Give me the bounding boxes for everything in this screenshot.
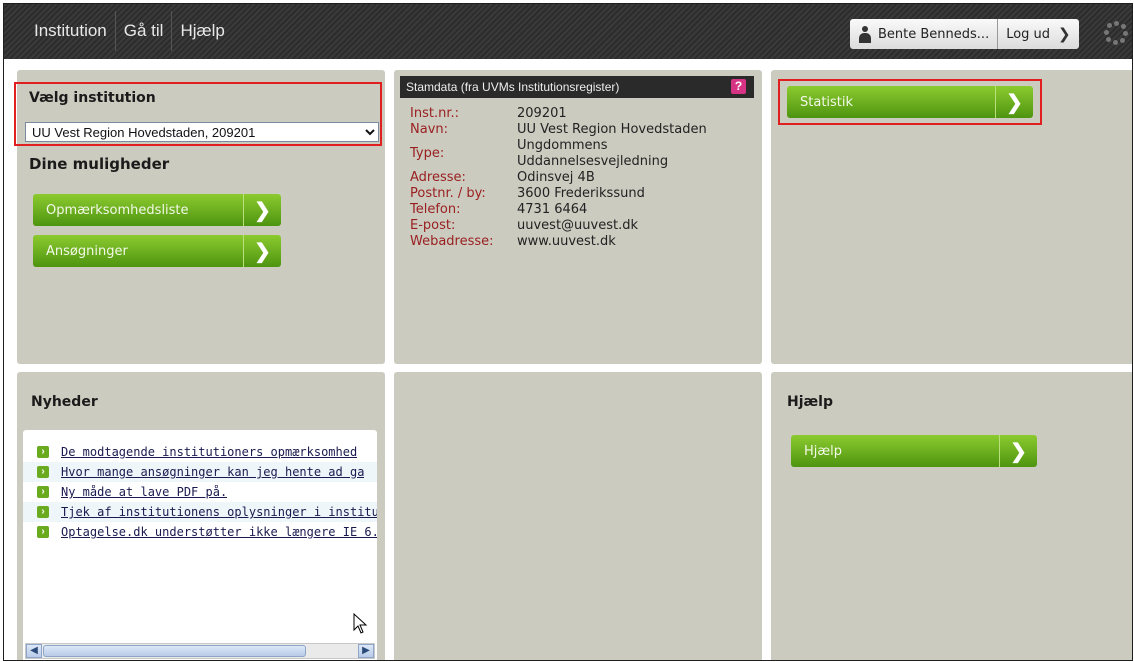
row-value: 3600 Frederikssund — [517, 186, 645, 201]
news-item[interactable]: › Optagelse.dk understøtter ikke længere … — [23, 522, 377, 542]
row-key: Type: — [410, 146, 445, 161]
row-key: Inst.nr.: — [410, 106, 459, 121]
stamdata-table: Inst.nr.: 209201 Navn: UU Vest Region Hove… — [410, 106, 747, 250]
row-value: 4731 6464 — [517, 202, 588, 217]
stamdata-title: Stamdata (fra UVMs Institutionsregister) — [406, 80, 620, 94]
news-list: › De modtagende institutioners opmærksomh… — [23, 442, 377, 542]
highlight-frame — [778, 79, 1042, 125]
help-title: Hjælp — [787, 394, 834, 410]
row-value: Ungdommens Uddannelsesvejledning — [517, 138, 669, 169]
options-title: Dine muligheder — [29, 155, 170, 173]
news-item[interactable]: › Tjek af institutionens oplysninger i in… — [23, 502, 377, 522]
stamdata-row: E-post: uuvest@uuvest.dk — [410, 218, 747, 234]
logout-label: Log ud — [1006, 26, 1051, 42]
row-key: Adresse: — [410, 170, 466, 185]
button-label: Ansøgninger — [46, 243, 128, 259]
stamdata-row: Telefon: 4731 6464 — [410, 202, 747, 218]
stamdata-row: Webadresse: www.uuvest.dk — [410, 234, 747, 250]
chevron-right-icon: ❯ — [999, 435, 1037, 467]
menu-hjaelp[interactable]: Hjælp — [172, 11, 232, 51]
user-controls: Bente Benneds... Log ud ❯ — [850, 19, 1079, 49]
app-window: Institution Gå til Hjælp Bente Benneds..… — [3, 3, 1133, 661]
menu-institution[interactable]: Institution — [18, 11, 116, 51]
news-bullet-icon: › — [37, 466, 49, 478]
row-value: UU Vest Region Hovedstaden — [517, 122, 707, 137]
news-link[interactable]: De modtagende institutioners opmærksomhe… — [61, 445, 357, 459]
row-key: Navn: — [410, 122, 449, 137]
spinner-icon — [1104, 21, 1128, 45]
row-key: Postnr. / by: — [410, 186, 486, 201]
news-item[interactable]: › De modtagende institutioners opmærksomh… — [23, 442, 377, 462]
stamdata-row: Navn: UU Vest Region Hovedstaden — [410, 122, 747, 138]
row-key: Telefon: — [410, 202, 461, 217]
news-title: Nyheder — [31, 394, 98, 410]
chevron-right-icon: ❯ — [1058, 25, 1071, 43]
person-icon — [858, 25, 872, 43]
user-name: Bente Benneds... — [878, 26, 990, 42]
row-value: www.uuvest.dk — [517, 234, 616, 249]
scroll-right-button[interactable]: ▶ — [358, 644, 374, 658]
stamdata-header: Stamdata (fra UVMs Institutionsregister)… — [400, 76, 754, 98]
top-navigation-bar: Institution Gå til Hjælp Bente Benneds..… — [4, 4, 1132, 59]
news-list-box: › De modtagende institutioners opmærksomh… — [23, 430, 377, 660]
user-button[interactable]: Bente Benneds... — [850, 19, 997, 49]
news-link[interactable]: Optagelse.dk understøtter ikke længere I… — [61, 525, 377, 539]
mouse-cursor-icon — [353, 613, 368, 634]
empty-panel — [394, 372, 762, 660]
row-value: 209201 — [517, 106, 567, 121]
news-link[interactable]: Ny måde at lave PDF på. — [61, 485, 227, 499]
news-bullet-icon: › — [37, 506, 49, 518]
main-menu: Institution Gå til Hjælp — [18, 11, 233, 51]
help-icon[interactable]: ? — [731, 79, 746, 94]
stamdata-row: Inst.nr.: 209201 — [410, 106, 747, 122]
row-value: uuvest@uuvest.dk — [517, 218, 638, 233]
button-label: Hjælp — [804, 443, 843, 459]
row-key: E-post: — [410, 218, 456, 233]
highlight-frame — [14, 82, 382, 146]
scroll-left-button[interactable]: ◀ — [26, 644, 42, 658]
menu-gaa-til[interactable]: Gå til — [116, 11, 173, 51]
stamdata-row: Postnr. / by: 3600 Frederikssund — [410, 186, 747, 202]
chevron-right-icon: ❯ — [243, 235, 281, 267]
news-link[interactable]: Hvor mange ansøgninger kan jeg hente ad … — [61, 465, 364, 479]
row-key: Webadresse: — [410, 234, 494, 249]
stamdata-panel: Stamdata (fra UVMs Institutionsregister)… — [394, 70, 762, 364]
hjaelp-button[interactable]: Hjælp ❯ — [791, 435, 1037, 467]
news-bullet-icon: › — [37, 486, 49, 498]
row-value: Odinsvej 4B — [517, 170, 595, 185]
ansoegninger-button[interactable]: Ansøgninger ❯ — [33, 235, 281, 267]
news-panel: Nyheder › De modtagende institutioners op… — [17, 372, 385, 660]
news-bullet-icon: › — [37, 526, 49, 538]
news-link[interactable]: Tjek af institutionens oplysninger i ins… — [61, 505, 377, 519]
button-label: Opmærksomhedsliste — [46, 202, 189, 218]
news-item[interactable]: › Ny måde at lave PDF på. — [23, 482, 377, 502]
help-panel: Hjælp Hjælp ❯ — [771, 372, 1132, 660]
news-bullet-icon: › — [37, 446, 49, 458]
logout-button[interactable]: Log ud ❯ — [997, 19, 1078, 49]
chevron-right-icon: ❯ — [243, 194, 281, 226]
horizontal-scrollbar[interactable]: ◀ ▶ — [25, 643, 375, 659]
stamdata-row: Type: Ungdommens Uddannelsesvejledning — [410, 138, 747, 170]
stamdata-row: Adresse: Odinsvej 4B — [410, 170, 747, 186]
scroll-thumb[interactable] — [43, 645, 306, 657]
opmaerksomhedsliste-button[interactable]: Opmærksomhedsliste ❯ — [33, 194, 281, 226]
news-item[interactable]: › Hvor mange ansøgninger kan jeg hente ad… — [23, 462, 377, 482]
